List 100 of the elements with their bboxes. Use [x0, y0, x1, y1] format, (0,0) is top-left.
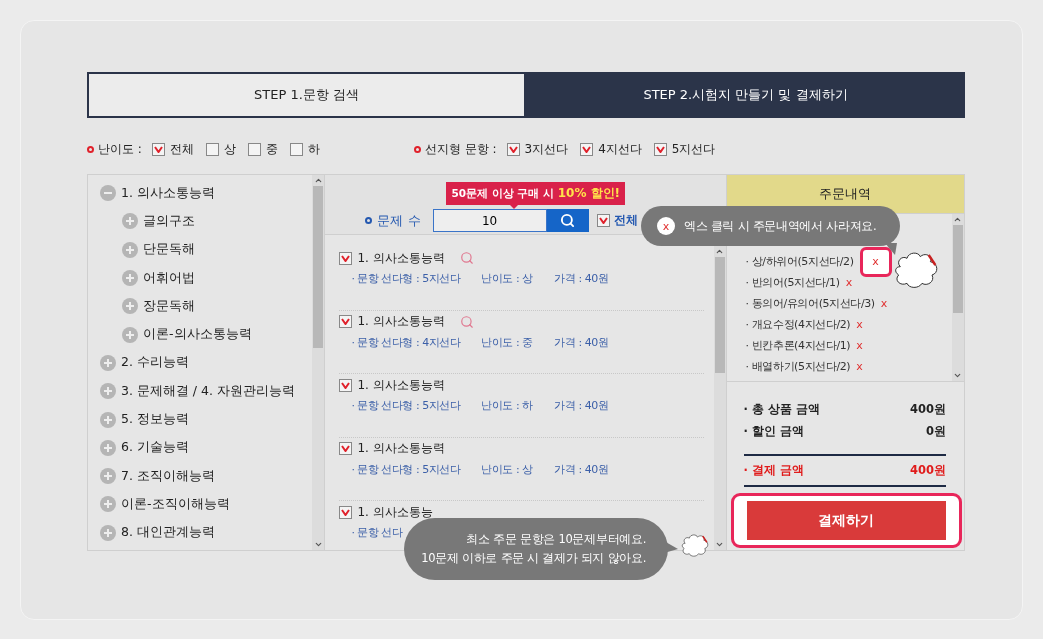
remove-button[interactable]: x	[880, 297, 888, 310]
checkbox[interactable]	[653, 143, 667, 156]
count-input[interactable]: 10	[432, 209, 547, 232]
tree-item[interactable]: 어휘어법	[100, 263, 313, 293]
checkbox[interactable]	[247, 143, 261, 156]
question-price: 가격 : 40원	[554, 271, 610, 286]
order-item: · 배열하기(5지선다/2)	[745, 359, 851, 374]
step-tab[interactable]: STEP 2.시험지 만들기 및 결제하기	[526, 72, 965, 118]
expand-icon[interactable]	[100, 383, 116, 400]
remove-button[interactable]: x	[845, 276, 853, 289]
pay-button[interactable]: 결제하기	[746, 501, 946, 540]
remove-button[interactable]: x	[856, 360, 863, 373]
checkbox[interactable]	[339, 251, 353, 265]
remove-button[interactable]: x	[856, 339, 863, 352]
remove-button[interactable]: x	[859, 246, 892, 277]
expand-icon[interactable]	[100, 354, 116, 371]
question-title: 1. 의사소통능	[357, 503, 433, 521]
tree-item[interactable]: 1. 의사소통능력	[100, 179, 313, 208]
tree-item[interactable]: 2. 수리능력	[100, 348, 313, 378]
option-label: 전체	[613, 212, 638, 229]
tree-label: 6. 기술능력	[121, 439, 189, 457]
expand-icon[interactable]	[100, 439, 116, 456]
tree-label: 단문독해	[143, 241, 195, 259]
tree-label: 이론-의사소통능력	[143, 326, 252, 344]
remove-button[interactable]: x	[856, 318, 863, 331]
scrollbar[interactable]	[952, 214, 964, 381]
step-tab[interactable]: STEP 1.문항 검색	[87, 72, 526, 118]
tree-item[interactable]: 5. 정보능력	[100, 405, 313, 434]
bullet-icon	[365, 217, 373, 224]
question-difficulty: 난이도 : 하	[481, 398, 534, 413]
scrollbar-thumb[interactable]	[953, 225, 963, 313]
tip-text: 10문제 이하로 주문 시 결제가 되지 않아요.	[421, 550, 646, 567]
expand-icon[interactable]	[122, 270, 138, 287]
checkbox[interactable]	[339, 442, 353, 455]
search-button[interactable]	[546, 209, 589, 232]
search-icon	[560, 213, 576, 228]
tree-item[interactable]: 글의구조	[100, 207, 313, 236]
checkbox[interactable]	[339, 378, 353, 392]
scroll-up-icon[interactable]	[715, 247, 725, 256]
tree-item[interactable]: 이론-조직이해능력	[100, 490, 313, 519]
scrollbar-thumb[interactable]	[313, 186, 324, 348]
checkbox[interactable]	[596, 214, 610, 227]
scroll-up-icon[interactable]	[313, 176, 323, 185]
filter-label: 선지형 문항 :	[424, 141, 497, 158]
search-icon[interactable]	[459, 314, 474, 329]
option-label: 3지선다	[524, 141, 569, 158]
tree-item[interactable]: 장문독해	[100, 292, 313, 321]
question-title: 1. 의사소통능력	[357, 249, 445, 267]
remove-sample: x	[657, 217, 675, 235]
bullet-icon	[413, 146, 421, 153]
scrollbar-thumb[interactable]	[714, 257, 725, 373]
expand-icon[interactable]	[100, 411, 116, 428]
summary-label: · 할인 금액	[743, 423, 804, 439]
scrollbar[interactable]	[713, 246, 726, 550]
summary-value: 400원	[909, 401, 946, 417]
count-label: 문제 수	[377, 211, 421, 230]
bullet-icon	[87, 146, 94, 153]
checkbox[interactable]	[339, 505, 353, 519]
scroll-down-icon[interactable]	[953, 371, 963, 380]
option-label: 4지선다	[598, 141, 642, 158]
order-item: · 개요수정(4지선다/2)	[745, 317, 851, 332]
tree-label: 5. 정보능력	[121, 411, 189, 428]
checkbox[interactable]	[205, 143, 219, 156]
tree-item[interactable]: 7. 조직이해능력	[100, 461, 313, 491]
tree-item[interactable]: 3. 문제해결 / 4. 자원관리능력	[100, 377, 313, 406]
tree-label: 7. 조직이해능력	[121, 467, 215, 485]
scroll-up-icon[interactable]	[953, 215, 963, 224]
tree-item[interactable]: 6. 기술능력	[100, 433, 313, 462]
expand-icon[interactable]	[100, 524, 116, 541]
checkbox[interactable]	[339, 315, 353, 328]
expand-icon[interactable]	[122, 298, 138, 315]
scrollbar[interactable]	[312, 175, 325, 550]
option-label: 상	[223, 141, 236, 158]
expand-icon[interactable]	[122, 213, 138, 230]
scroll-down-icon[interactable]	[313, 540, 323, 549]
scroll-down-icon[interactable]	[715, 540, 725, 549]
tree-label: 어휘어법	[143, 269, 195, 287]
question-price: 가격 : 40원	[554, 334, 610, 350]
order-item: · 동의어/유의어(5지선다/3)	[745, 296, 875, 311]
option-label: 하	[307, 141, 320, 158]
expand-icon[interactable]	[100, 496, 116, 513]
filter-label: 난이도 :	[98, 141, 142, 158]
checkbox[interactable]	[151, 143, 165, 156]
order-item: · 반의어(5지선다/1)	[745, 275, 840, 290]
tree-label: 8. 대인관계능력	[121, 524, 215, 542]
search-icon[interactable]	[459, 251, 474, 265]
collapse-icon[interactable]	[100, 185, 116, 202]
expand-icon[interactable]	[100, 468, 116, 485]
expand-icon[interactable]	[122, 241, 138, 258]
tree-item[interactable]: 이론-의사소통능력	[100, 320, 313, 349]
expand-icon[interactable]	[122, 326, 138, 343]
tree-item[interactable]: 8. 대인관계능력	[100, 518, 313, 547]
question-price: 가격 : 40원	[554, 461, 610, 477]
question-title: 1. 의사소통능력	[357, 313, 445, 330]
question-type: · 문항 선다형 : 5지선다	[351, 461, 462, 477]
checkbox[interactable]	[289, 143, 303, 156]
checkbox[interactable]	[580, 143, 594, 156]
checkbox[interactable]	[506, 143, 520, 156]
tree-item[interactable]: 단문독해	[100, 235, 313, 264]
question-type: · 문항 선다형 : 5지선다	[351, 271, 462, 286]
